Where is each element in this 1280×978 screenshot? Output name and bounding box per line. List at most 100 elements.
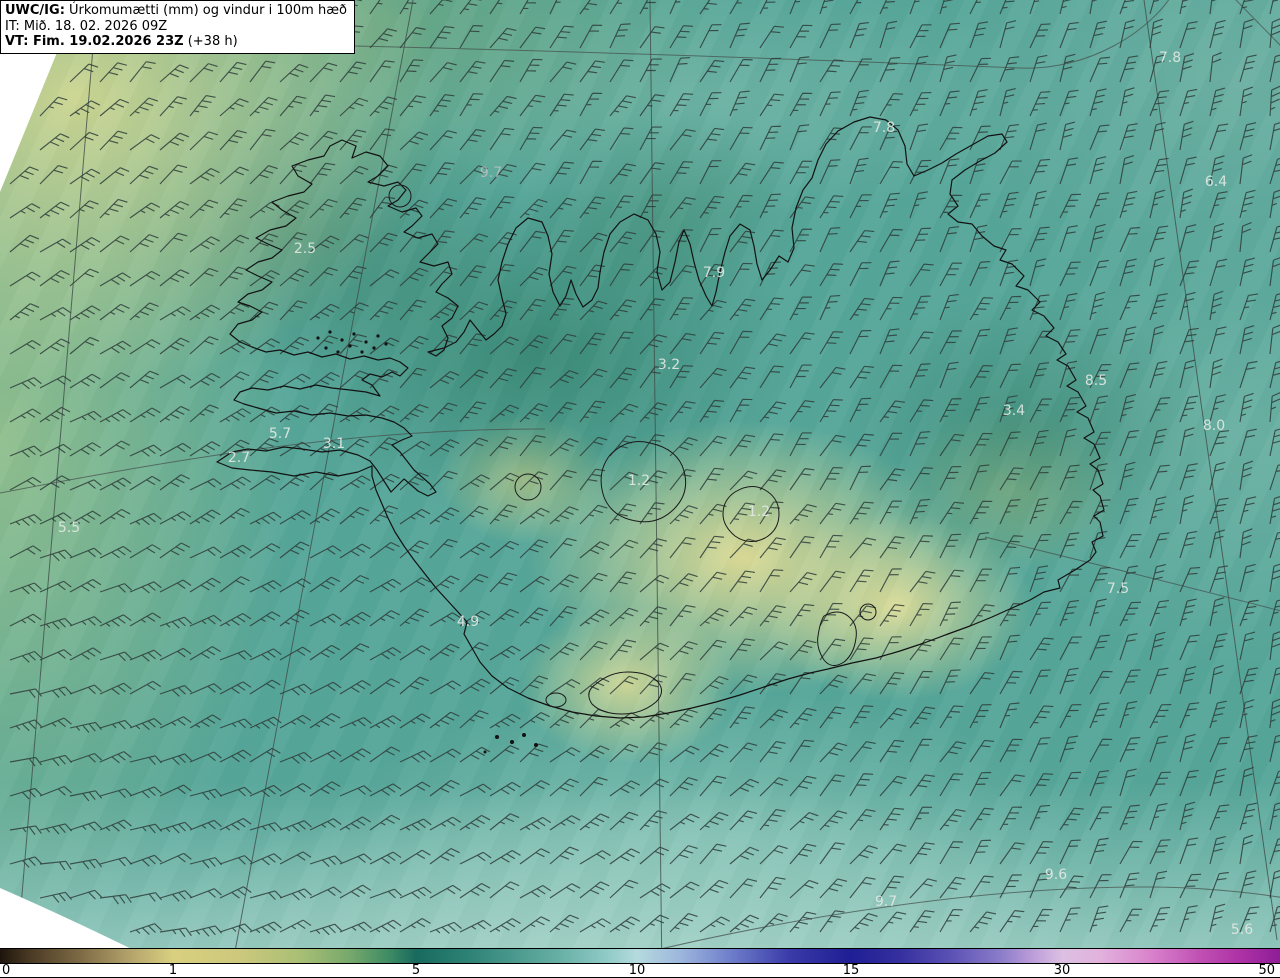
wind-barb (1269, 256, 1280, 287)
wind-barb (489, 813, 520, 831)
wind-barb (1239, 563, 1256, 593)
wind-barb (489, 195, 515, 219)
wind-barb (429, 816, 462, 831)
wind-barb (429, 439, 460, 457)
wind-barb (1179, 837, 1199, 865)
wind-barb (9, 377, 42, 390)
wind-barb (399, 335, 429, 355)
wind-barb (579, 881, 610, 899)
wind-barb (1089, 20, 1108, 49)
wind-barb (609, 95, 636, 117)
wind-barb (579, 609, 610, 627)
wind-barb (969, 156, 988, 185)
wind-barb (39, 754, 73, 767)
wind-barb (369, 369, 398, 389)
wind-barb (999, 327, 1019, 355)
wind-barb (669, 93, 694, 117)
wind-barb (699, 675, 729, 695)
wind-barb (1179, 769, 1199, 797)
wind-barb (969, 57, 991, 83)
wind-barb (669, 777, 698, 797)
wind-barb (399, 608, 429, 627)
wind-barb (849, 741, 876, 763)
wind-barb (579, 128, 605, 151)
wind-barb (1209, 19, 1226, 49)
wind-barb (39, 580, 72, 593)
wind-barb (1209, 0, 1223, 15)
wind-barb (429, 921, 462, 934)
wind-barb (309, 886, 342, 899)
wind-barb (159, 821, 193, 834)
wind-barb (819, 742, 848, 763)
wind-barb (1239, 257, 1255, 287)
wind-barb (789, 603, 815, 627)
wind-barb (219, 408, 251, 423)
wind-barb (1149, 189, 1166, 219)
wind-barb (129, 444, 162, 457)
wind-barb (879, 93, 903, 117)
wind-barb (939, 908, 963, 933)
value-label: 3.2 (658, 357, 680, 373)
wind-barb (579, 572, 608, 593)
wind-barb (639, 778, 669, 797)
wind-barb (369, 646, 402, 661)
wind-barb (1209, 222, 1225, 253)
wind-barb (1149, 157, 1169, 185)
wind-barb (249, 580, 282, 593)
wind-barb (1059, 0, 1076, 15)
wind-barb (69, 616, 102, 627)
wind-barb (1209, 632, 1228, 661)
wind-barb (519, 126, 543, 151)
wind-barb (789, 504, 817, 525)
wind-barb (369, 60, 395, 83)
wind-barb (1179, 427, 1195, 457)
wind-barb (489, 504, 518, 525)
value-label: 4.9 (457, 614, 479, 630)
wind-barb (219, 718, 252, 729)
wind-barb (459, 60, 486, 83)
wind-barb (399, 299, 427, 321)
wind-barb (969, 89, 988, 117)
wind-barb (939, 501, 965, 525)
wind-barb (759, 433, 784, 457)
wind-barb (399, 577, 431, 593)
wind-barb (219, 98, 249, 117)
wind-barb (909, 92, 932, 117)
wind-barb (219, 61, 247, 83)
wind-barb (729, 434, 756, 457)
wind-barb (429, 198, 458, 219)
wind-barb (1239, 154, 1253, 185)
wind-barb (909, 227, 931, 253)
wind-barb (579, 541, 610, 559)
wind-barb (1089, 124, 1110, 151)
wind-barb (9, 234, 40, 253)
wind-barb (699, 435, 727, 457)
wind-barb (879, 604, 905, 627)
wind-barb (9, 688, 43, 698)
wind-barb (849, 58, 872, 83)
wind-barb (1089, 905, 1109, 933)
wind-barb (1179, 0, 1195, 15)
title-box: UWC/IG: Úrkomumætti (mm) og vindur i 100… (0, 0, 355, 54)
wind-barb (399, 645, 431, 661)
wind-barb (1269, 53, 1280, 83)
wind-barb (1089, 223, 1106, 253)
wind-barb (1179, 156, 1197, 185)
colorbar-tick: 50 (1258, 963, 1275, 978)
wind-barb (849, 397, 872, 423)
wind-barb (549, 0, 571, 15)
wind-barb (279, 300, 308, 321)
wind-barb (459, 0, 486, 15)
wind-barb (729, 638, 755, 661)
wind-barb (999, 467, 1024, 491)
wind-barb (519, 816, 552, 831)
value-label: 7.8 (1159, 50, 1181, 66)
wind-barb (1239, 86, 1254, 117)
wind-barb (879, 636, 902, 661)
wind-barb (999, 87, 1016, 117)
wind-barb (129, 407, 161, 423)
wind-barb (849, 876, 876, 899)
colorbar-tick: 15 (842, 963, 860, 978)
wind-barb (879, 228, 903, 253)
wind-barb (1269, 562, 1280, 593)
